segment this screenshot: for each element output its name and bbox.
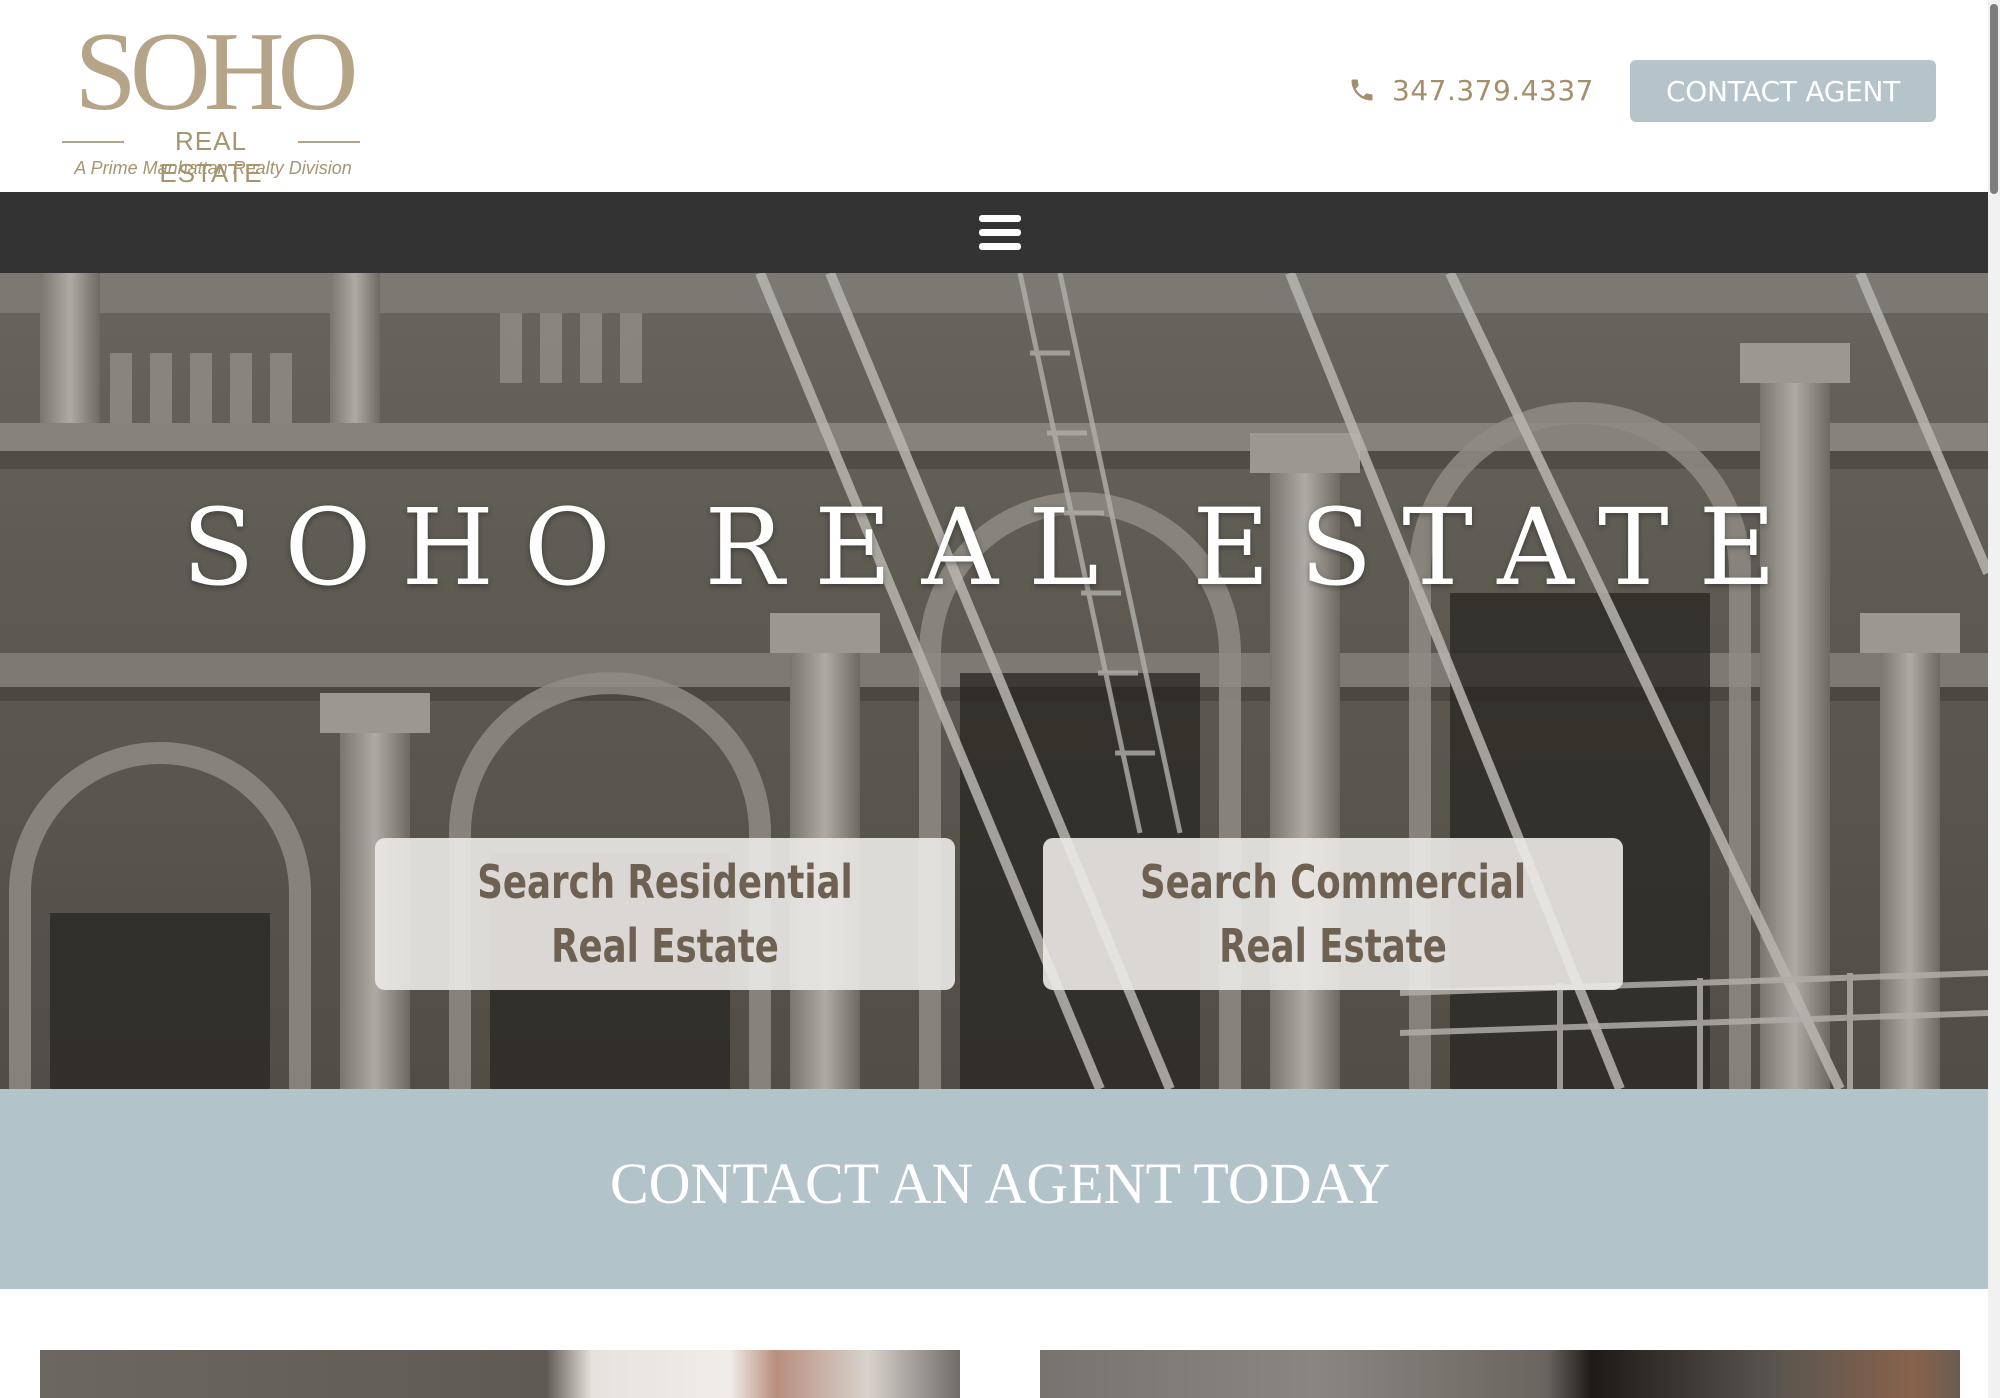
logo-rule-left bbox=[62, 141, 124, 143]
search-residential-button[interactable]: Search Residential Real Estate bbox=[375, 838, 955, 990]
phone-link[interactable]: 347.379.4337 bbox=[1348, 70, 1594, 110]
site-header: SOHO REAL ESTATE A Prime Manhattan Realt… bbox=[0, 0, 1988, 192]
hamburger-menu-icon[interactable] bbox=[979, 215, 1021, 251]
logo-wordmark: SOHO bbox=[74, 10, 359, 134]
menu-bar-line bbox=[979, 243, 1021, 250]
page-scrollbar[interactable] bbox=[1988, 0, 2000, 1398]
contact-agent-banner[interactable]: CONTACT AN AGENT TODAY bbox=[0, 1089, 2000, 1289]
search-commercial-label: Search Commercial Real Estate bbox=[1084, 850, 1583, 978]
nav-bar bbox=[0, 192, 1988, 273]
menu-bar-line bbox=[979, 229, 1021, 236]
search-residential-label: Search Residential Real Estate bbox=[416, 850, 915, 978]
feature-image-left[interactable] bbox=[40, 1350, 960, 1398]
hero-background-image bbox=[0, 273, 1988, 1089]
search-residential-line2: Real Estate bbox=[551, 919, 779, 973]
phone-icon bbox=[1351, 79, 1373, 101]
search-commercial-line2: Real Estate bbox=[1219, 919, 1447, 973]
logo[interactable]: SOHO REAL ESTATE A Prime Manhattan Realt… bbox=[58, 10, 368, 188]
menu-bar-line bbox=[979, 215, 1021, 222]
feature-image-right[interactable] bbox=[1040, 1350, 1960, 1398]
search-commercial-button[interactable]: Search Commercial Real Estate bbox=[1043, 838, 1623, 990]
hero-title: SOHO REAL ESTATE bbox=[181, 486, 1807, 609]
contact-agent-button[interactable]: CONTACT AGENT bbox=[1630, 60, 1936, 122]
scrollbar-thumb[interactable] bbox=[1990, 4, 1998, 194]
logo-rule-right bbox=[298, 141, 360, 143]
search-commercial-line1: Search Commercial bbox=[1139, 855, 1527, 909]
contact-agent-banner-text: CONTACT AN AGENT TODAY bbox=[609, 1151, 1391, 1216]
phone-number: 347.379.4337 bbox=[1392, 73, 1594, 107]
hero-banner: SOHO REAL ESTATE Search Residential Real… bbox=[0, 273, 1988, 1089]
search-residential-line1: Search Residential bbox=[477, 855, 853, 909]
logo-tagline: A Prime Manhattan Realty Division bbox=[74, 158, 352, 178]
